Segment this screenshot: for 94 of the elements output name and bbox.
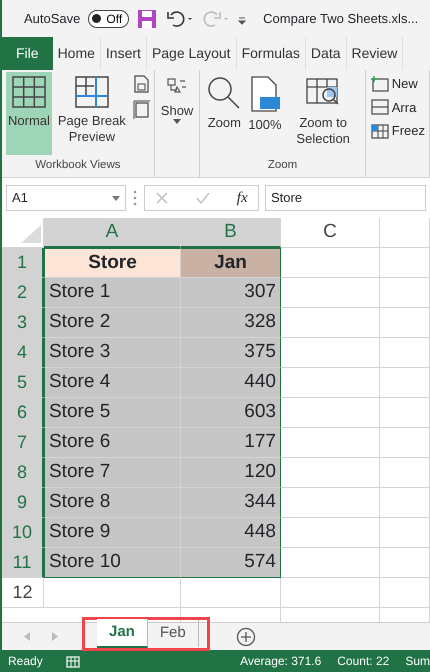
table-cell: 603 (181, 398, 281, 428)
row-header[interactable]: 8 (2, 458, 44, 488)
table-cell (380, 368, 430, 398)
freeze-icon (370, 122, 390, 140)
column-header[interactable]: C (281, 218, 380, 248)
caret-icon (112, 196, 120, 200)
row-header[interactable]: 2 (2, 278, 44, 308)
table-cell: Store (44, 248, 181, 278)
table-cell: 375 (181, 338, 281, 368)
add-icon[interactable] (236, 626, 256, 646)
search-icon (206, 75, 242, 111)
check-icon (196, 191, 210, 205)
status-text: Average: 371.6 (240, 653, 322, 670)
ribbon-button[interactable]: 100% (246, 72, 284, 155)
column-header[interactable] (380, 218, 430, 248)
status-text: Count: 22 (337, 653, 390, 670)
group-label: Zoom (266, 158, 298, 173)
table-cell (380, 548, 430, 578)
row-header[interactable]: 4 (2, 338, 44, 368)
file-name: Compare Two Sheets.xls... (263, 10, 418, 28)
sheet-tab[interactable]: Jan (97, 619, 148, 648)
table-cell: Jan (181, 248, 281, 278)
name-box[interactable]: A1 (6, 185, 126, 211)
grid-icon (10, 75, 47, 109)
table-cell: Store 4 (44, 368, 181, 398)
table-cell (380, 398, 430, 428)
table-cell: Store 1 (44, 278, 181, 308)
redo-icon (201, 8, 230, 28)
save-icon (137, 8, 158, 28)
ribbon-button[interactable]: Normal (6, 72, 52, 155)
arrange-icon (370, 98, 390, 116)
row-header[interactable]: 5 (2, 368, 44, 398)
ribbon-button[interactable]: Page Break Preview (54, 72, 130, 155)
insert-function-button[interactable]: fx (236, 186, 248, 210)
cancel-icon (155, 191, 170, 205)
table-cell: 574 (181, 548, 281, 578)
ribbon-item-button[interactable]: Arra (370, 98, 425, 117)
grip-icon (132, 189, 138, 207)
status-text: Sum (405, 653, 430, 670)
table-cell: Store 2 (44, 308, 181, 338)
table-cell (380, 518, 430, 548)
table-cell: 328 (181, 308, 281, 338)
column-header[interactable]: B (181, 218, 281, 248)
undo-icon (165, 8, 194, 28)
table-cell: 177 (181, 428, 281, 458)
row-header[interactable]: 7 (2, 428, 44, 458)
table-cell: Store 8 (44, 488, 181, 518)
ribbon-item-button[interactable]: New (370, 74, 425, 94)
sheet-tab[interactable]: Feb (148, 620, 199, 647)
table-cell: Store 10 (44, 548, 181, 578)
table-cell: 440 (181, 368, 281, 398)
new-window-icon (370, 74, 390, 93)
ribbon-button[interactable]: Zoom to Selection (286, 72, 361, 155)
ribbon-button[interactable]: Zoom (204, 72, 244, 155)
layout-icon (132, 98, 150, 120)
group-label: Workbook Views (34, 158, 122, 173)
table-cell (380, 278, 430, 308)
scroll-left-icon[interactable] (24, 632, 30, 641)
ribbon-button[interactable]: Show (158, 72, 196, 155)
table-cell (380, 308, 430, 338)
knob-icon (92, 14, 102, 23)
row-header[interactable]: 9 (2, 488, 44, 518)
row-header[interactable]: 10 (2, 518, 44, 548)
scroll-right-icon[interactable] (52, 632, 58, 641)
table-cell: 307 (181, 278, 281, 308)
autosave-label: AutoSave (24, 10, 80, 28)
table-cell (380, 338, 430, 368)
table-cell (380, 458, 430, 488)
row-header[interactable]: 12 (2, 578, 44, 608)
formula-field[interactable]: Store (265, 185, 426, 211)
page-icon (132, 74, 150, 94)
row-header[interactable]: 6 (2, 398, 44, 428)
table-cell: Store 5 (44, 398, 181, 428)
row-header[interactable]: 11 (2, 548, 44, 578)
column-header[interactable]: A (44, 218, 181, 248)
table-cell: 448 (181, 518, 281, 548)
row-header[interactable]: 3 (2, 308, 44, 338)
table-cell (380, 428, 430, 458)
table-cell: Store 9 (44, 518, 181, 548)
table-cell: Store 6 (44, 428, 181, 458)
row-header[interactable]: 1 (2, 248, 44, 278)
ribbon-item-button[interactable]: Freez (370, 121, 425, 140)
table-cell: 120 (181, 458, 281, 488)
macro-icon (64, 654, 81, 668)
page-icon (248, 75, 281, 113)
status-text: Ready (8, 653, 43, 670)
table-cell: Store 3 (44, 338, 181, 368)
table-cell: Store 7 (44, 458, 181, 488)
autosave-toggle[interactable]: Off (88, 10, 130, 28)
file-tab[interactable]: File (2, 37, 53, 70)
table-cell (380, 488, 430, 518)
page-break-icon (74, 75, 110, 109)
table-cell: 344 (181, 488, 281, 518)
table-cell (380, 248, 430, 278)
